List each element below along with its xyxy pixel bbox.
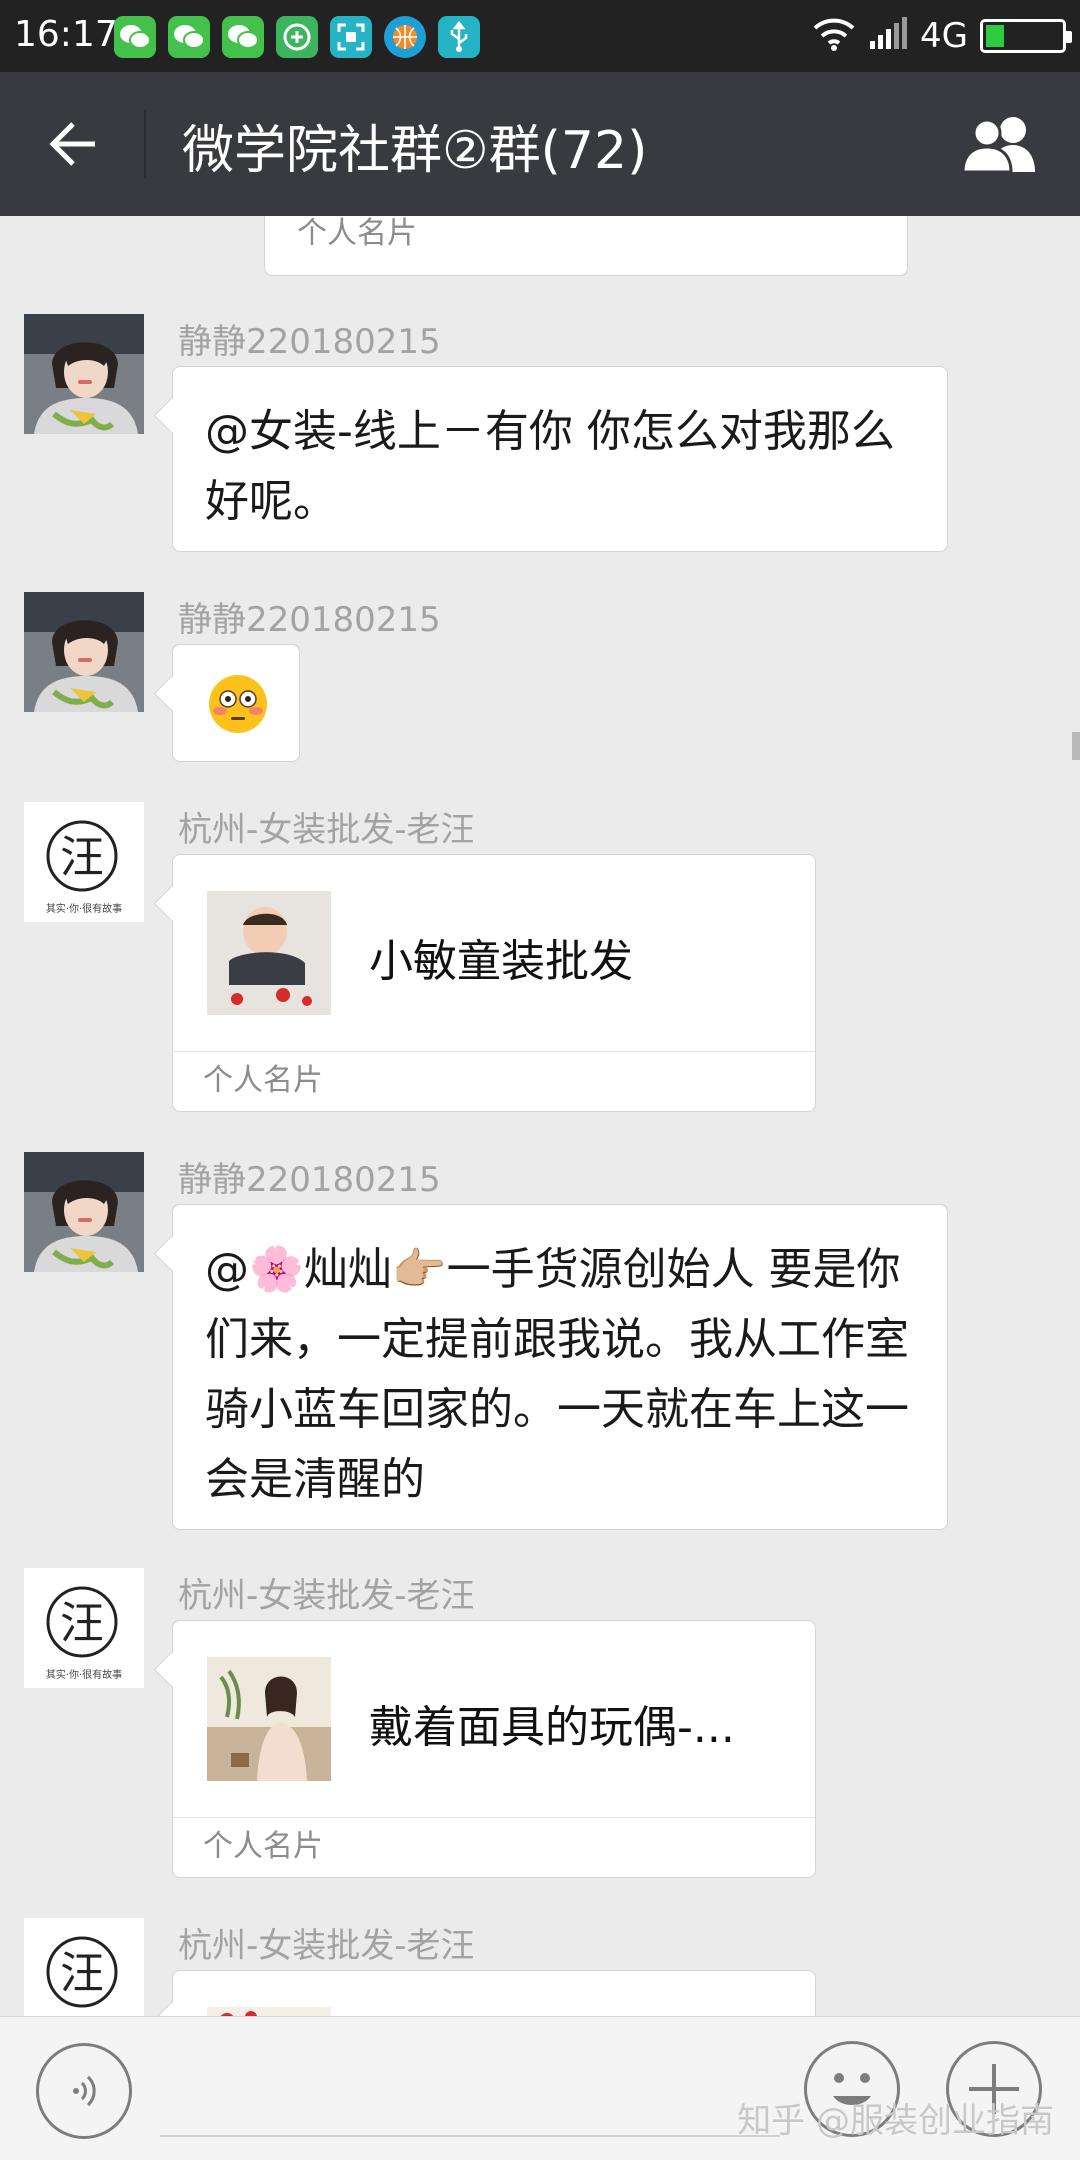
avatar[interactable]: [24, 1152, 144, 1272]
card-body: 小敏童装批发: [173, 855, 815, 1051]
wifi-icon: [812, 16, 856, 56]
card-label: 个人名片: [173, 1051, 815, 1111]
message-input[interactable]: [160, 2135, 780, 2137]
message-bubble[interactable]: [172, 644, 300, 762]
group-members-button[interactable]: [956, 108, 1046, 180]
card-contact-name: 小敏童装批发: [369, 936, 633, 987]
watermark: 知乎 @服装创业指南: [737, 2101, 1054, 2141]
card-body: 戴着面具的玩偶-...: [173, 1621, 815, 1817]
status-bar: 16:17 4G: [0, 0, 1080, 72]
status-time: 16:17: [14, 14, 118, 55]
battery-level: [986, 25, 1004, 47]
contact-card[interactable]: 小敏童装批发 个人名片: [172, 854, 816, 1112]
page-title: 微学院社群②群(72): [182, 121, 648, 181]
input-bar: 知乎 @服装创业指南: [0, 2016, 1080, 2160]
chat-header: 微学院社群②群(72): [0, 72, 1080, 216]
wechat-icon: [168, 16, 210, 58]
sender-name: 静静220180215: [178, 600, 441, 640]
usb-icon: [438, 16, 480, 58]
partial-contact-card[interactable]: 个人名片: [264, 216, 908, 276]
people-icon: [961, 117, 1035, 174]
arrow-left-icon: [49, 122, 95, 166]
status-indicators: 4G: [812, 14, 1072, 58]
basketball-icon: [384, 16, 426, 58]
sender-name: 杭州-女装批发-老汪: [178, 1576, 475, 1616]
avatar[interactable]: [24, 592, 144, 712]
message-text: @女装-线上－有你 你怎么对我那么好呢。: [205, 406, 895, 527]
logo-char: 汪: [60, 1598, 104, 1649]
card-thumbnail: [207, 891, 331, 1015]
card-body: [173, 1971, 815, 2016]
message-text: @🌸灿灿👉🏼一手货源创始人 要是你们来，一定提前跟我说。我从工作室骑小蓝车回家的…: [205, 1244, 909, 1505]
chat-area[interactable]: 个人名片 静静220180215 @女装-线上－有你 你怎么对我那么好呢。 静静…: [0, 216, 1080, 2016]
sender-name: 静静220180215: [178, 322, 441, 362]
avatar[interactable]: [24, 314, 144, 434]
plus-app-icon: [276, 16, 318, 58]
sender-name: 杭州-女装批发-老汪: [178, 1926, 475, 1966]
scan-icon: [330, 16, 372, 58]
message-bubble[interactable]: @🌸灿灿👉🏼一手货源创始人 要是你们来，一定提前跟我说。我从工作室骑小蓝车回家的…: [172, 1204, 948, 1530]
network-type: 4G: [920, 16, 968, 56]
signal-icon: [868, 17, 908, 55]
sender-name: 杭州-女装批发-老汪: [178, 810, 475, 850]
logo-caption: 其实·你·很有故事: [46, 902, 122, 915]
contact-card[interactable]: [172, 1970, 816, 2016]
scrollbar-thumb[interactable]: [1072, 732, 1080, 760]
header-divider: [144, 110, 146, 178]
avatar[interactable]: 汪其实·你·很有故事: [24, 1918, 144, 2016]
card-contact-name: 戴着面具的玩偶-...: [369, 1702, 735, 1753]
avatar[interactable]: 汪其实·你·很有故事: [24, 802, 144, 922]
logo-char: 汪: [60, 832, 104, 883]
card-thumbnail: [207, 1657, 331, 1781]
flushed-face-emoji: [209, 675, 267, 733]
back-button[interactable]: [30, 104, 116, 184]
card-thumbnail: [207, 2007, 331, 2016]
sender-name: 静静220180215: [178, 1160, 441, 1200]
message-bubble[interactable]: @女装-线上－有你 你怎么对我那么好呢。: [172, 366, 948, 552]
voice-input-button[interactable]: [36, 2043, 132, 2139]
battery-icon: [980, 19, 1072, 53]
wechat-icon: [114, 16, 156, 58]
card-label: 个人名片: [297, 216, 417, 251]
avatar[interactable]: 汪其实·你·很有故事: [24, 1568, 144, 1688]
wechat-icon: [222, 16, 264, 58]
contact-card[interactable]: 戴着面具的玩偶-... 个人名片: [172, 1620, 816, 1878]
card-label: 个人名片: [173, 1817, 815, 1877]
voice-icon: [73, 2075, 96, 2107]
logo-caption: 其实·你·很有故事: [46, 1668, 122, 1681]
logo-char: 汪: [60, 1948, 104, 1999]
